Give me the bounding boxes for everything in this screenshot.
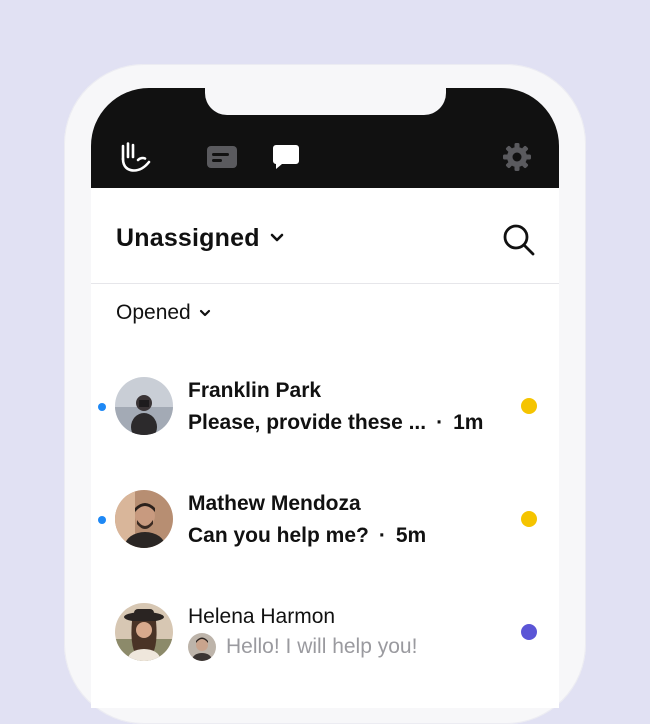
chat-icon[interactable] (271, 142, 301, 172)
status-filter-dropdown[interactable]: Opened (116, 301, 211, 325)
unread-indicator (98, 403, 106, 411)
conversation-item[interactable]: Mathew Mendoza Can you help me? · 5m (91, 490, 559, 571)
contact-name: Mathew Mendoza (188, 492, 361, 515)
agent-avatar (188, 633, 216, 661)
phone-screen: Unassigned Opened Franklin Park Please, … (91, 88, 559, 708)
gear-icon[interactable] (501, 142, 533, 172)
chevron-down-icon (199, 304, 211, 322)
separator: · (378, 524, 386, 547)
avatar (115, 490, 173, 548)
message-time: 5m (395, 524, 427, 547)
message-preview: Please, provide these ... (188, 411, 427, 434)
message-preview: Hello! I will help you! (226, 635, 418, 658)
chevron-down-icon (270, 230, 284, 248)
conversation-item[interactable]: Helena Harmon Hello! I will help you! (91, 603, 559, 684)
hand-icon[interactable] (116, 142, 152, 172)
status-indicator (521, 624, 537, 640)
inbox-header: Unassigned (91, 188, 559, 284)
top-navigation-bar (91, 88, 559, 188)
conversation-item[interactable]: Franklin Park Please, provide these ... … (91, 377, 559, 458)
avatar (115, 603, 173, 661)
unread-indicator (98, 516, 106, 524)
message-preview-row: Please, provide these ... · 1m (188, 411, 483, 435)
message-preview-row: Can you help me? · 5m (188, 524, 426, 548)
page-title: Unassigned (116, 224, 260, 252)
status-indicator (521, 398, 537, 414)
card-icon[interactable] (205, 142, 239, 172)
contact-name: Helena Harmon (188, 605, 336, 628)
filter-label: Opened (116, 301, 191, 324)
separator: · (436, 411, 444, 434)
phone-notch (205, 88, 446, 115)
message-time: 1m (453, 411, 484, 434)
avatar (115, 377, 173, 435)
inbox-selector[interactable]: Unassigned (116, 224, 284, 253)
message-preview: Can you help me? (188, 524, 369, 547)
contact-name: Franklin Park (188, 379, 322, 402)
message-preview-row: Hello! I will help you! (188, 633, 417, 661)
status-indicator (521, 511, 537, 527)
search-icon[interactable] (501, 222, 537, 258)
